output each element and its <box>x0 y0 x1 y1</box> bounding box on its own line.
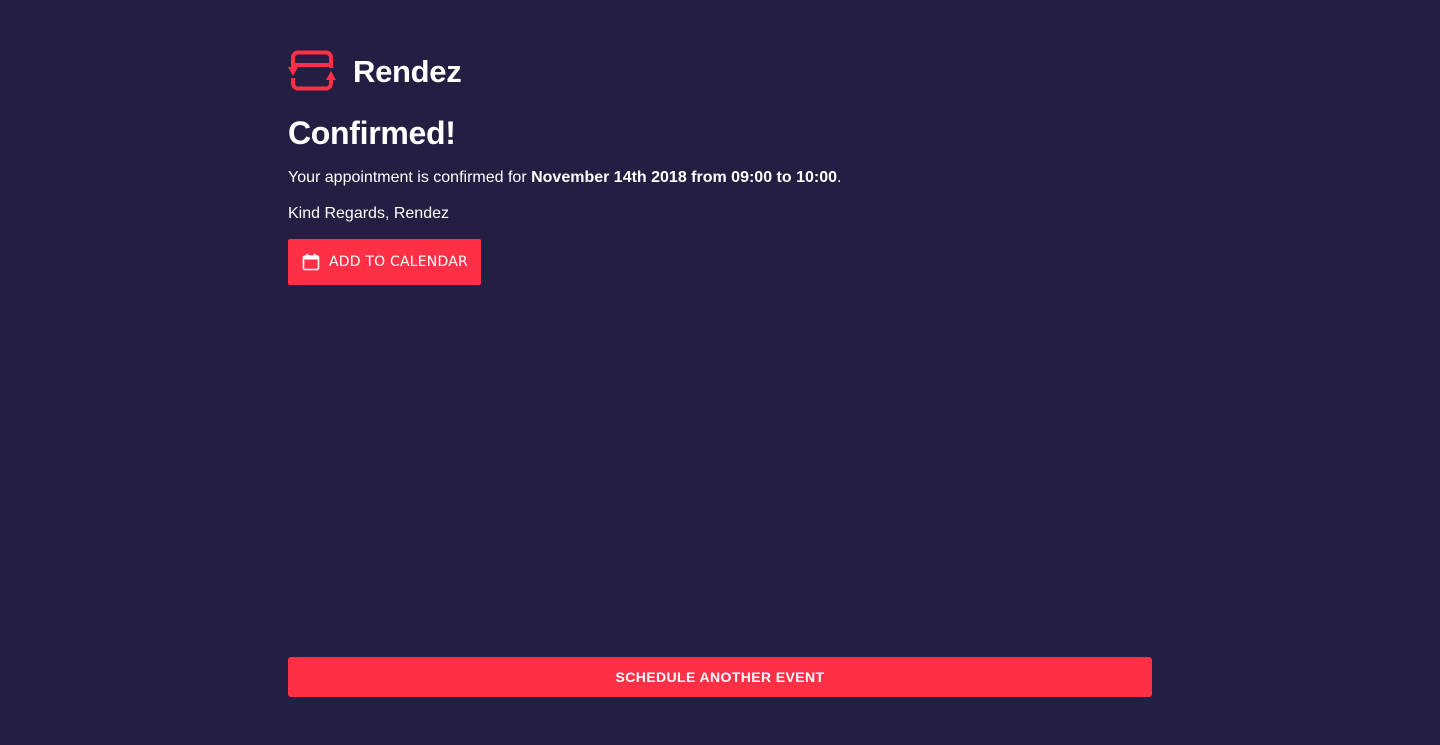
page-title: Confirmed! <box>288 115 456 151</box>
confirmation-content: Rendez Confirmed! Your appointment is co… <box>288 50 1152 285</box>
appointment-datetime: November 14th 2018 from 09:00 to 10:00 <box>531 169 838 186</box>
confirmation-page: Rendez Confirmed! Your appointment is co… <box>0 0 1440 745</box>
message-suffix: . <box>837 169 842 186</box>
rendez-logo-icon <box>288 50 336 91</box>
calendar-icon <box>302 253 320 271</box>
schedule-another-event-button[interactable]: SCHEDULE ANOTHER EVENT <box>288 657 1152 697</box>
confirmation-message: Your appointment is confirmed for Novemb… <box>288 167 1152 189</box>
add-to-calendar-button[interactable]: ADD TO CALENDAR <box>288 239 481 285</box>
brand-name: Rendez <box>353 54 462 89</box>
add-to-calendar-label: ADD TO CALENDAR <box>329 254 468 270</box>
message-prefix: Your appointment is confirmed for <box>288 169 532 186</box>
signoff-text: Kind Regards, Rendez <box>288 205 449 222</box>
brand-header: Rendez <box>288 50 1152 94</box>
